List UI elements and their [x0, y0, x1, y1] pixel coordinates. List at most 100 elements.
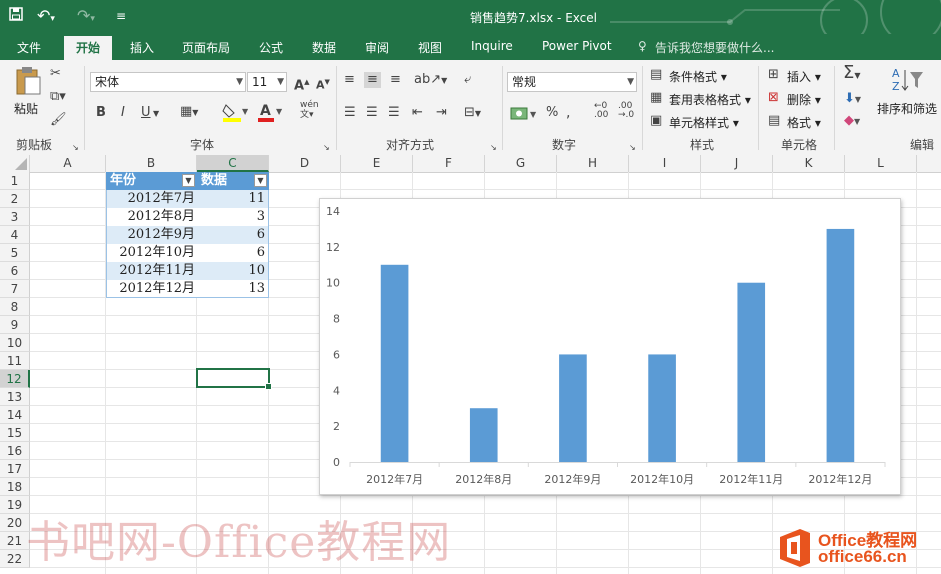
increase-indent-icon[interactable]: ⇥: [436, 105, 447, 121]
table-cell-year[interactable]: 2012年9月: [106, 226, 197, 244]
align-middle-icon[interactable]: ≡: [364, 72, 381, 88]
row-header[interactable]: 3: [0, 208, 30, 226]
table-cell-year[interactable]: 2012年10月: [106, 244, 197, 262]
chevron-down-icon[interactable]: ▼: [153, 106, 159, 122]
customize-icon[interactable]: ≡: [116, 6, 126, 26]
chart-bar[interactable]: [737, 282, 766, 462]
column-header[interactable]: F: [413, 155, 485, 172]
phonetic-button[interactable]: wén 文▾: [300, 100, 319, 120]
tell-me-input[interactable]: 告诉我您想要做什么...: [655, 39, 774, 56]
copy-icon[interactable]: ⧉▾: [50, 89, 66, 105]
row-header[interactable]: 11: [0, 352, 30, 370]
table-cell-year[interactable]: 2012年8月: [106, 208, 197, 226]
table-cell-value[interactable]: 6: [197, 226, 269, 244]
currency-icon[interactable]: ▼: [510, 105, 540, 128]
merge-center-icon[interactable]: ⊟▼: [464, 105, 481, 122]
borders-icon[interactable]: ▦▼: [180, 104, 198, 121]
align-top-icon[interactable]: ≡: [344, 72, 355, 88]
cell-styles-button[interactable]: 单元格样式 ▾: [669, 114, 739, 131]
percent-button[interactable]: %: [546, 105, 558, 121]
font-name-combo[interactable]: 宋体 ▼: [90, 72, 246, 92]
shrink-font-icon[interactable]: A▼: [316, 74, 330, 94]
tab-insert[interactable]: 插入: [130, 39, 154, 56]
column-header[interactable]: A: [30, 155, 106, 172]
select-all-corner[interactable]: [0, 155, 30, 172]
column-header[interactable]: L: [845, 155, 917, 172]
column-header[interactable]: G: [485, 155, 557, 172]
chart-bar[interactable]: [826, 228, 855, 462]
column-header[interactable]: J: [701, 155, 773, 172]
selected-cell-c12[interactable]: [196, 368, 272, 390]
table-cell-value[interactable]: 11: [197, 190, 269, 208]
row-header[interactable]: 17: [0, 460, 30, 478]
font-size-combo[interactable]: 11 ▼: [247, 72, 287, 92]
row-header[interactable]: 1: [0, 172, 30, 190]
table-header-data[interactable]: 数据 ▼: [197, 172, 269, 190]
paste-button[interactable]: 粘贴: [14, 100, 38, 117]
chart-bar[interactable]: [380, 264, 409, 462]
tab-file[interactable]: 文件: [17, 39, 41, 56]
format-painter-icon[interactable]: 🖌: [50, 112, 67, 128]
table-cell-year[interactable]: 2012年12月: [106, 280, 197, 298]
row-header[interactable]: 6: [0, 262, 30, 280]
table-header-year[interactable]: 年份 ▼: [106, 172, 197, 190]
chart-bar[interactable]: [559, 354, 587, 462]
row-header[interactable]: 2: [0, 190, 30, 208]
format-cells-icon[interactable]: ▤: [768, 113, 780, 129]
dialog-launcher-icon[interactable]: ↘: [323, 140, 330, 156]
tab-data[interactable]: 数据: [312, 39, 336, 56]
sort-filter-button[interactable]: 排序和筛选: [877, 100, 937, 117]
column-header[interactable]: B: [106, 155, 197, 172]
conditional-format-button[interactable]: 条件格式 ▾: [669, 68, 727, 85]
bold-button[interactable]: B: [96, 105, 106, 121]
row-header[interactable]: 18: [0, 478, 30, 496]
italic-button[interactable]: I: [121, 105, 125, 121]
table-cell-year[interactable]: 2012年7月: [106, 190, 197, 208]
cell-styles-icon[interactable]: ▣: [650, 113, 662, 129]
sort-filter-icon[interactable]: AZ: [892, 66, 924, 99]
align-bottom-icon[interactable]: ≡: [390, 72, 401, 88]
format-cells-button[interactable]: 格式 ▾: [787, 114, 821, 131]
redo-icon[interactable]: ↷▾: [77, 6, 95, 29]
row-header[interactable]: 16: [0, 442, 30, 460]
font-color-icon[interactable]: A ▼: [257, 102, 283, 127]
insert-cells-icon[interactable]: ⊞: [768, 67, 779, 83]
orientation-icon[interactable]: ab↗▼: [414, 72, 447, 89]
dialog-launcher-icon[interactable]: ↘: [490, 140, 497, 156]
tab-page-layout[interactable]: 页面布局: [182, 39, 230, 56]
autosum-icon[interactable]: Σ▼: [843, 64, 861, 84]
column-header[interactable]: H: [557, 155, 629, 172]
comma-style-icon[interactable]: ,: [566, 105, 570, 121]
cut-icon[interactable]: ✂: [50, 66, 61, 82]
decrease-indent-icon[interactable]: ⇤: [412, 105, 423, 121]
dialog-launcher-icon[interactable]: ↘: [72, 140, 79, 156]
column-header[interactable]: K: [773, 155, 845, 172]
align-right-icon[interactable]: ☰: [388, 105, 400, 121]
fill-color-icon[interactable]: ▼: [222, 102, 249, 127]
tab-power-pivot[interactable]: Power Pivot: [542, 39, 612, 53]
wrap-text-icon[interactable]: ⤶: [464, 72, 471, 88]
chart-bar[interactable]: [469, 408, 498, 462]
column-chart[interactable]: 0 2 4 6 8 10 12 14 2012年7月 2012年8月 2012年9月 2012年10月…: [319, 198, 901, 495]
row-header[interactable]: 14: [0, 406, 30, 424]
table-cell-value[interactable]: 6: [197, 244, 269, 262]
row-header[interactable]: 4: [0, 226, 30, 244]
row-header[interactable]: 12: [0, 370, 30, 388]
filter-dropdown-icon[interactable]: ▼: [182, 174, 195, 187]
paste-icon[interactable]: [14, 66, 42, 101]
decrease-decimal-icon[interactable]: .00 →.0: [618, 102, 634, 120]
format-as-table-icon[interactable]: ▦: [650, 90, 662, 106]
delete-cells-icon[interactable]: ⊠: [768, 90, 779, 106]
fill-handle[interactable]: [265, 383, 272, 390]
table-cell-value[interactable]: 3: [197, 208, 269, 226]
tab-review[interactable]: 审阅: [365, 39, 389, 56]
conditional-format-icon[interactable]: ▤: [650, 67, 662, 83]
save-icon[interactable]: [9, 6, 23, 26]
number-format-combo[interactable]: 常规 ▼: [507, 72, 637, 92]
align-center-icon[interactable]: ☰: [366, 105, 378, 121]
clear-icon[interactable]: ◆▼: [844, 113, 860, 130]
column-header[interactable]: E: [341, 155, 413, 172]
row-header[interactable]: 9: [0, 316, 30, 334]
increase-decimal-icon[interactable]: ←0.00: [594, 102, 608, 120]
table-cell-value[interactable]: 13: [197, 280, 269, 298]
